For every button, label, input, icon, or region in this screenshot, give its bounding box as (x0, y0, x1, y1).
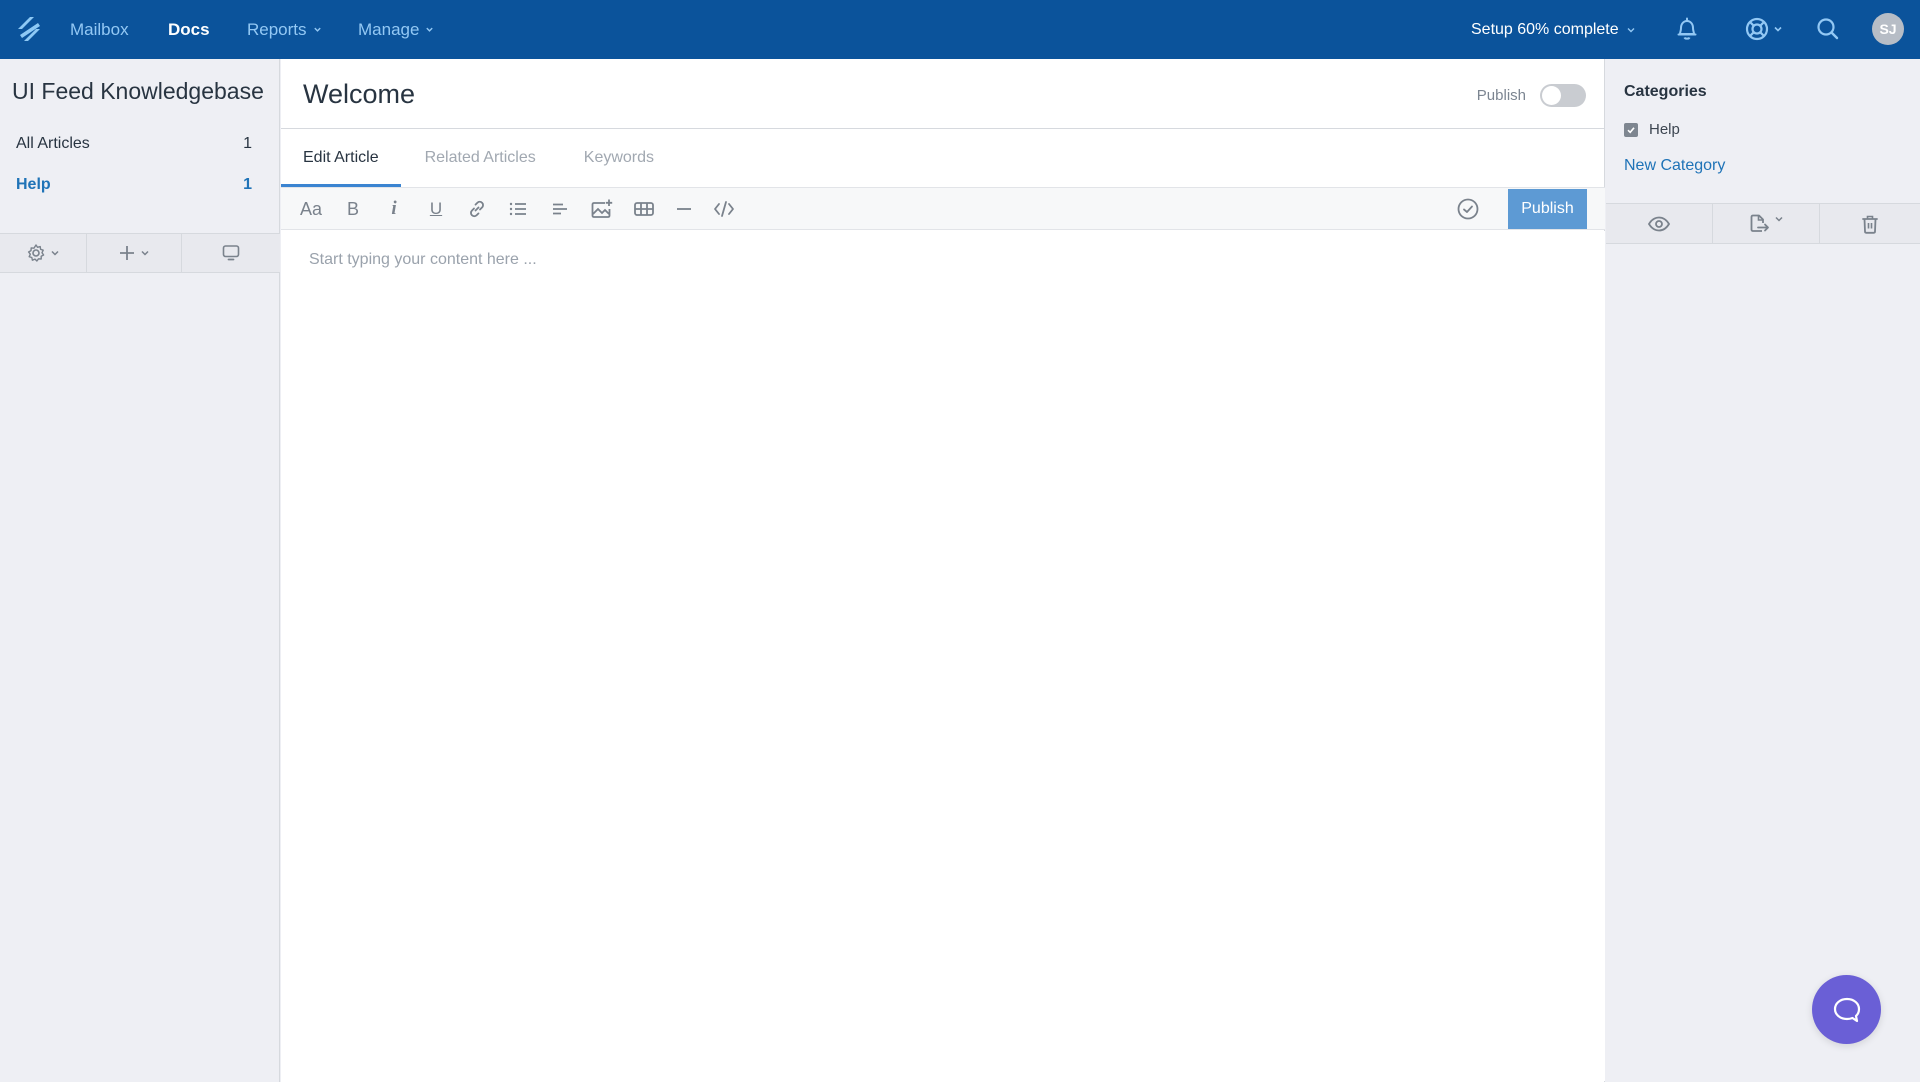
tab-related-articles[interactable]: Related Articles (403, 129, 558, 187)
setup-progress-label: Setup 60% complete (1471, 20, 1619, 38)
code-icon (714, 201, 734, 217)
tab-keywords[interactable]: Keywords (562, 129, 676, 187)
trash-icon (1862, 215, 1878, 234)
link-button[interactable] (460, 188, 494, 230)
sidebar-item-label: All Articles (16, 135, 90, 152)
font-size-button[interactable]: Aa (294, 188, 328, 230)
lifebuoy-icon (1745, 17, 1769, 41)
article-actions-toolbar (1606, 203, 1920, 244)
bullet-list-icon (509, 202, 526, 216)
avatar-initials: SJ (1879, 21, 1897, 37)
top-navigation: Mailbox Docs Reports Manage Setup 60% co… (0, 0, 1920, 59)
chevron-down-icon (1627, 27, 1635, 32)
search-icon (1817, 18, 1839, 40)
sidebar: UI Feed Knowledgebase All Articles 1 Hel… (0, 59, 280, 1082)
knowledgebase-title: UI Feed Knowledgebase (12, 78, 264, 104)
sidebar-item-count: 1 (243, 176, 252, 193)
export-dropdown-button[interactable] (1713, 204, 1820, 243)
category-checkbox-help[interactable]: Help (1624, 121, 1680, 138)
search-button[interactable] (1815, 14, 1841, 44)
article-settings-panel: Categories Help New Category (1606, 59, 1920, 1082)
font-size-icon: Aa (299, 198, 323, 219)
help-menu-button[interactable] (1744, 14, 1783, 44)
sidebar-item-help[interactable]: Help 1 (16, 176, 252, 194)
toggle-knob (1542, 86, 1561, 105)
bold-icon: B (346, 198, 359, 219)
monitor-icon (222, 245, 240, 261)
sidebar-item-label: Help (16, 176, 51, 193)
article-tabs: Edit Article Related Articles Keywords (281, 129, 676, 187)
notifications-button[interactable] (1674, 14, 1700, 44)
editor-toolbar: Aa B i U Publish (281, 187, 1605, 230)
nav-docs-label: Docs (168, 19, 210, 39)
article-title[interactable]: Welcome (303, 79, 415, 110)
chevron-down-icon (141, 250, 149, 256)
chevron-down-icon (51, 250, 59, 256)
categories-heading: Categories (1624, 83, 1707, 100)
insert-image-button[interactable] (585, 188, 619, 230)
export-icon (1750, 214, 1769, 232)
sidebar-item-all-articles[interactable]: All Articles 1 (16, 135, 252, 153)
bell-icon (1677, 17, 1697, 40)
chevron-down-icon (426, 27, 434, 32)
publish-toggle-group: Publish (1477, 84, 1586, 107)
nav-manage-label: Manage (358, 19, 420, 39)
checkmark-icon (1627, 126, 1635, 133)
chat-beacon-button[interactable] (1812, 975, 1881, 1044)
publish-toggle[interactable] (1540, 84, 1586, 107)
italic-button[interactable]: i (377, 188, 411, 230)
article-content-editor[interactable] (281, 231, 1605, 1081)
settings-dropdown-button[interactable] (0, 234, 87, 272)
nav-manage[interactable]: Manage (358, 0, 434, 59)
nav-mailbox-label: Mailbox (70, 19, 129, 39)
publish-button[interactable]: Publish (1508, 189, 1587, 229)
nav-reports-label: Reports (247, 19, 307, 39)
category-label: Help (1649, 121, 1680, 138)
nav-mailbox[interactable]: Mailbox (70, 0, 129, 59)
code-button[interactable] (707, 188, 741, 230)
sidebar-toolbar (0, 233, 280, 273)
align-left-icon (553, 203, 567, 215)
italic-icon: i (391, 198, 397, 219)
align-button[interactable] (543, 188, 577, 230)
eye-icon (1647, 216, 1671, 231)
bold-button[interactable]: B (336, 188, 370, 230)
nav-reports[interactable]: Reports (247, 0, 322, 59)
horizontal-rule-icon (677, 208, 691, 210)
chevron-down-icon (313, 27, 321, 32)
insert-image-icon (591, 199, 613, 218)
chat-bubble-icon (1833, 997, 1860, 1022)
nav-docs[interactable]: Docs (168, 0, 210, 59)
sidebar-item-count: 1 (243, 135, 252, 152)
bullet-list-button[interactable] (501, 188, 535, 230)
check-circle-icon (1457, 198, 1479, 220)
save-status-button[interactable] (1451, 188, 1485, 230)
user-avatar[interactable]: SJ (1872, 13, 1904, 45)
setup-progress-dropdown[interactable]: Setup 60% complete (1471, 0, 1636, 59)
plus-icon (120, 246, 134, 260)
checkbox-checked[interactable] (1624, 122, 1638, 137)
horizontal-rule-button[interactable] (667, 188, 701, 230)
table-button[interactable] (627, 188, 661, 230)
underline-icon: U (429, 199, 443, 218)
table-icon (634, 202, 654, 216)
chevron-down-icon (1774, 26, 1782, 32)
underline-button[interactable]: U (419, 188, 453, 230)
tab-edit-article[interactable]: Edit Article (281, 129, 401, 187)
chevron-down-icon (1775, 216, 1783, 222)
new-category-link[interactable]: New Category (1624, 157, 1725, 175)
preview-button[interactable] (1606, 204, 1713, 243)
delete-article-button[interactable] (1820, 204, 1920, 243)
add-new-dropdown-button[interactable] (87, 234, 182, 272)
publish-toggle-label: Publish (1476, 87, 1526, 104)
article-editor-panel: Welcome Publish Edit Article Related Art… (281, 59, 1605, 1082)
helpscout-logo-icon[interactable] (16, 15, 42, 43)
gear-icon (27, 244, 45, 262)
view-site-button[interactable] (182, 234, 280, 272)
link-icon (470, 200, 484, 218)
